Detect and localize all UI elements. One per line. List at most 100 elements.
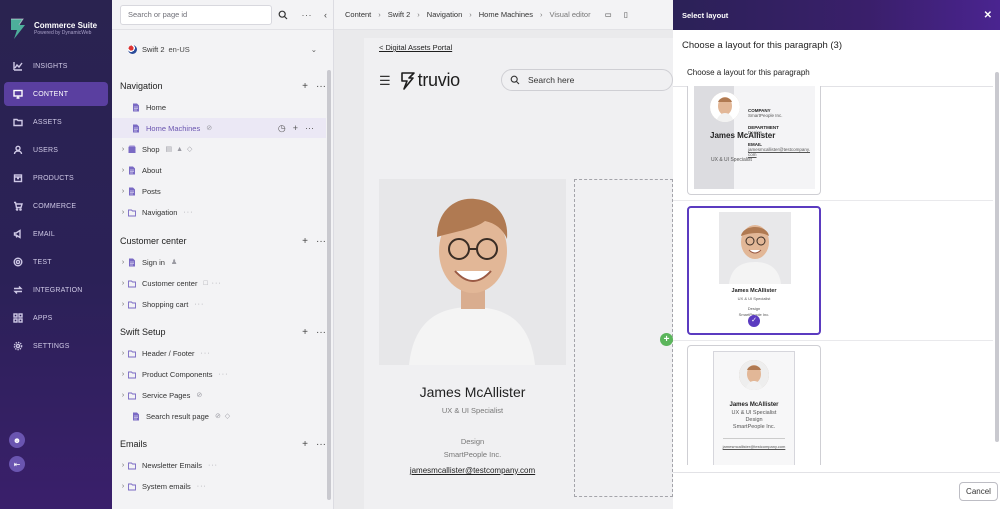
- rail-item-apps[interactable]: APPS: [4, 306, 108, 330]
- collapse-panel-icon[interactable]: ‹: [324, 10, 327, 20]
- profile-email-link[interactable]: jamesmcallister@testcompany.com: [379, 466, 566, 475]
- cancel-button[interactable]: Cancel: [959, 482, 998, 501]
- megaphone-icon: [12, 229, 23, 240]
- back-link[interactable]: < Digital Assets Portal: [379, 43, 452, 52]
- tree-node-home-machines[interactable]: Home Machines ⊘ ◷ + ···: [112, 118, 326, 138]
- add-icon[interactable]: +: [293, 123, 298, 134]
- tree-node-system-emails[interactable]: › System emails ···: [112, 476, 326, 496]
- dialog-title: Choose a layout for this paragraph (3): [682, 40, 843, 51]
- tree-node-label: Header / Footer: [142, 348, 195, 358]
- layout-option-bordered-card[interactable]: James McAllister UX & UI Specialist Desi…: [687, 345, 821, 465]
- tablet-preview-icon[interactable]: ▯: [624, 10, 628, 19]
- more-options-icon[interactable]: ···: [302, 10, 313, 20]
- hamburger-menu-icon[interactable]: ☰: [379, 73, 391, 89]
- more-options-icon[interactable]: ···: [316, 439, 326, 450]
- profile-role: UX & UI Specialist: [441, 406, 504, 415]
- rail-item-label: SETTINGS: [33, 342, 70, 350]
- rail-item-insights[interactable]: INSIGHTS: [4, 54, 108, 78]
- tree-node-label: Navigation: [142, 207, 178, 217]
- layout-option-horizontal-card[interactable]: James McAllister UX & UI Specialist COMP…: [687, 86, 821, 195]
- desktop-preview-icon[interactable]: ▭: [605, 10, 612, 19]
- page-icon: [132, 103, 140, 112]
- hidden-tag-icons: ⊘ ◇: [214, 413, 232, 420]
- tree-node-service-pages[interactable]: › Service Pages ⊘: [112, 385, 326, 405]
- section-title: Navigation: [120, 81, 163, 91]
- add-icon[interactable]: +: [302, 81, 308, 92]
- breadcrumb-item[interactable]: Content: [345, 10, 371, 19]
- target-icon: [12, 257, 23, 268]
- more-options-icon[interactable]: ···: [218, 371, 228, 378]
- profile-avatar-icon[interactable]: ☻: [9, 432, 25, 448]
- tree-node-home[interactable]: Home: [112, 97, 326, 117]
- rail-item-test[interactable]: TEST: [4, 250, 108, 274]
- tree-node-customer-center[interactable]: › Customer center □ ···: [112, 273, 326, 293]
- profile-photo[interactable]: [379, 179, 566, 365]
- add-icon[interactable]: +: [302, 439, 308, 450]
- website-language-selector[interactable]: Swift 2 en-US ⌄: [112, 30, 333, 68]
- selected-check-icon: ✓: [748, 315, 760, 327]
- profile-name: James McAllister: [419, 384, 526, 400]
- tree-node-header-footer[interactable]: › Header / Footer ···: [112, 343, 326, 363]
- more-options-icon[interactable]: ···: [316, 81, 326, 92]
- tree-node-product-components[interactable]: › Product Components ···: [112, 364, 326, 384]
- more-options-icon[interactable]: ···: [183, 209, 193, 216]
- dialog-scrollbar[interactable]: [995, 72, 999, 442]
- folder-icon: [128, 461, 136, 470]
- more-options-icon[interactable]: ···: [316, 327, 326, 338]
- rail-item-commerce[interactable]: COMMERCE: [4, 194, 108, 218]
- collapse-menu-icon[interactable]: ⇤: [9, 456, 25, 472]
- more-options-icon[interactable]: ···: [305, 123, 314, 134]
- cart-icon: [12, 201, 23, 212]
- tree-node-sign-in[interactable]: › Sign in ♟: [112, 252, 326, 272]
- more-options-icon[interactable]: ···: [316, 236, 326, 247]
- empty-column-dropzone[interactable]: [574, 179, 673, 497]
- profile-company: SmartPeople Inc.: [443, 450, 502, 459]
- more-options-icon[interactable]: ···: [197, 483, 207, 490]
- us-flag-icon: [128, 44, 137, 54]
- rail-item-settings[interactable]: SETTINGS: [4, 334, 108, 358]
- site-logo[interactable]: truvio: [400, 70, 460, 91]
- search-placeholder: Search here: [528, 75, 575, 85]
- rail-item-products[interactable]: PRODUCTS: [4, 166, 108, 190]
- site-search-input[interactable]: Search here: [501, 69, 673, 91]
- page-icon: [132, 124, 140, 133]
- page-preview-canvas: < Digital Assets Portal ☰ truvio Search …: [364, 38, 673, 509]
- option-email: jamesmcallister@testcompany.com: [722, 444, 786, 449]
- rail-item-integration[interactable]: INTEGRATION: [4, 278, 108, 302]
- add-icon[interactable]: +: [302, 327, 308, 338]
- search-icon[interactable]: [272, 5, 294, 25]
- website-name: Swift 2: [142, 44, 165, 54]
- tree-node-label: Search result page: [146, 411, 209, 421]
- rail-item-label: PRODUCTS: [33, 174, 74, 182]
- more-options-icon[interactable]: ···: [194, 301, 204, 308]
- rail-item-users[interactable]: USERS: [4, 138, 108, 162]
- more-options-icon[interactable]: ···: [201, 350, 211, 357]
- tree-node-about[interactable]: › About: [112, 160, 326, 180]
- tree-scrollbar[interactable]: [327, 70, 331, 500]
- tree-node-newsletter-emails[interactable]: › Newsletter Emails ···: [112, 455, 326, 475]
- rail-item-assets[interactable]: ASSETS: [4, 110, 108, 134]
- tree-search-input[interactable]: Search or page id: [120, 4, 272, 25]
- close-icon[interactable]: ✕: [984, 10, 992, 21]
- tree-node-label: Newsletter Emails: [142, 460, 203, 470]
- rail-item-email[interactable]: EMAIL: [4, 222, 108, 246]
- add-paragraph-icon[interactable]: +: [660, 333, 673, 346]
- tree-node-label: Posts: [142, 186, 161, 196]
- add-icon[interactable]: +: [302, 236, 308, 247]
- tree-node-posts[interactable]: › Posts: [112, 181, 326, 201]
- clock-icon[interactable]: ◷: [278, 123, 286, 134]
- tree-node-navigation[interactable]: › Navigation ···: [112, 202, 326, 222]
- more-options-icon[interactable]: ···: [208, 462, 218, 469]
- breadcrumb-item[interactable]: Navigation: [427, 10, 462, 19]
- tree-node-search-result-page[interactable]: Search result page ⊘ ◇: [112, 406, 326, 426]
- option-name: James McAllister: [710, 131, 776, 140]
- grid-icon: [12, 313, 23, 324]
- layout-option-centered-card[interactable]: James McAllister UX & UI Specialist Desi…: [687, 206, 821, 335]
- breadcrumb-item[interactable]: Swift 2: [388, 10, 411, 19]
- tree-node-shop[interactable]: › Shop ▤ ▲ ◇: [112, 139, 326, 159]
- rail-item-content[interactable]: CONTENT: [4, 82, 108, 106]
- breadcrumb-item[interactable]: Home Machines: [479, 10, 533, 19]
- rail-item-label: APPS: [33, 314, 53, 322]
- tree-node-shopping-cart[interactable]: › Shopping cart ···: [112, 294, 326, 314]
- section-title: Customer center: [120, 236, 187, 246]
